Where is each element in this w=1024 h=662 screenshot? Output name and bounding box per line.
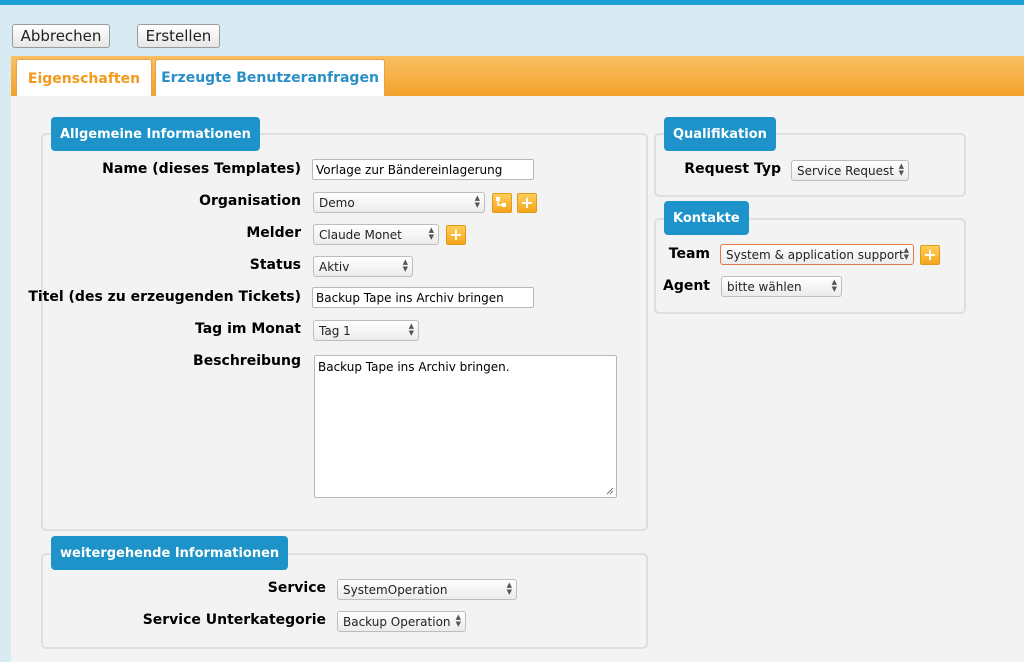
add-organisation-plus-icon[interactable]: + xyxy=(517,193,537,213)
general-info-legend: Allgemeine Informationen xyxy=(51,117,260,151)
description-label: Beschreibung xyxy=(193,353,301,369)
name-label: Name (dieses Templates) xyxy=(102,161,301,177)
service-label: Service xyxy=(267,580,326,596)
service-select-value: SystemOperation xyxy=(343,582,448,597)
service-select[interactable]: SystemOperation ▲ ▼ xyxy=(337,579,517,600)
further-info-legend: weitergehende Informationen xyxy=(51,536,289,570)
request-type-label: Request Typ xyxy=(684,161,781,177)
contacts-legend: Kontakte xyxy=(664,201,749,235)
updown-arrows-icon: ▲ ▼ xyxy=(898,162,904,177)
status-label: Status xyxy=(249,257,301,273)
agent-label: Agent xyxy=(662,278,710,294)
description-textarea-value: Backup Tape ins Archiv bringen. xyxy=(318,360,510,374)
description-textarea[interactable]: Backup Tape ins Archiv bringen. xyxy=(314,355,617,498)
agent-select-value: bitte wählen xyxy=(727,279,802,294)
team-select[interactable]: System & application support ▲ ▼ xyxy=(720,244,914,265)
updown-arrows-icon: ▲ ▼ xyxy=(831,278,837,293)
tab-properties[interactable]: Eigenschaften xyxy=(16,59,152,97)
updown-arrows-icon: ▲ ▼ xyxy=(506,581,512,596)
ticket-title-input-value: Backup Tape ins Archiv bringen xyxy=(316,290,504,305)
add-team-plus-icon[interactable]: + xyxy=(920,245,940,265)
team-label: Team xyxy=(668,246,710,262)
ticket-title-input[interactable]: Backup Tape ins Archiv bringen xyxy=(312,287,534,308)
day-of-month-select-value: Tag 1 xyxy=(319,323,351,338)
agent-select[interactable]: bitte wählen ▲ ▼ xyxy=(721,276,842,297)
hierarchy-icon[interactable] xyxy=(492,193,512,213)
service-subcategory-select[interactable]: Backup Operation ▲ ▼ xyxy=(337,611,466,632)
updown-arrows-icon: ▲ ▼ xyxy=(408,322,414,337)
updown-arrows-icon: ▲ ▼ xyxy=(455,613,461,628)
caller-label: Melder xyxy=(246,225,301,241)
name-input-value: Vorlage zur Bändereinlagerung xyxy=(316,162,503,177)
caller-select[interactable]: Claude Monet ▲ ▼ xyxy=(313,224,439,245)
organisation-select[interactable]: Demo ▲ ▼ xyxy=(313,192,485,213)
status-select-value: Aktiv xyxy=(319,259,350,274)
cancel-button[interactable]: Abbrechen xyxy=(12,24,110,48)
request-type-select[interactable]: Service Request ▲ ▼ xyxy=(791,160,909,181)
team-select-value: System & application support xyxy=(726,247,904,262)
tab-generated-requests[interactable]: Erzeugte Benutzeranfragen xyxy=(155,59,385,96)
updown-arrows-icon: ▲ ▼ xyxy=(428,226,434,241)
create-button[interactable]: Erstellen xyxy=(137,24,220,48)
status-select[interactable]: Aktiv ▲ ▼ xyxy=(313,256,413,277)
add-caller-plus-icon[interactable]: + xyxy=(446,225,466,245)
day-of-month-label: Tag im Monat xyxy=(194,321,301,337)
service-subcategory-select-value: Backup Operation xyxy=(343,614,451,629)
updown-arrows-icon: ▲ ▼ xyxy=(903,246,909,261)
organisation-label: Organisation xyxy=(199,193,301,209)
updown-arrows-icon: ▲ ▼ xyxy=(402,258,408,273)
organisation-select-value: Demo xyxy=(319,195,355,210)
resize-grip-icon[interactable] xyxy=(606,487,614,495)
ticket-title-label: Titel (des zu erzeugenden Tickets) xyxy=(28,289,301,305)
updown-arrows-icon: ▲ ▼ xyxy=(474,194,480,209)
qualification-legend: Qualifikation xyxy=(664,117,776,151)
request-type-select-value: Service Request xyxy=(797,163,894,178)
day-of-month-select[interactable]: Tag 1 ▲ ▼ xyxy=(313,320,419,341)
service-subcategory-label: Service Unterkategorie xyxy=(142,612,326,628)
name-input[interactable]: Vorlage zur Bändereinlagerung xyxy=(312,159,534,180)
caller-select-value: Claude Monet xyxy=(319,227,402,242)
top-accent-line xyxy=(0,0,1024,5)
